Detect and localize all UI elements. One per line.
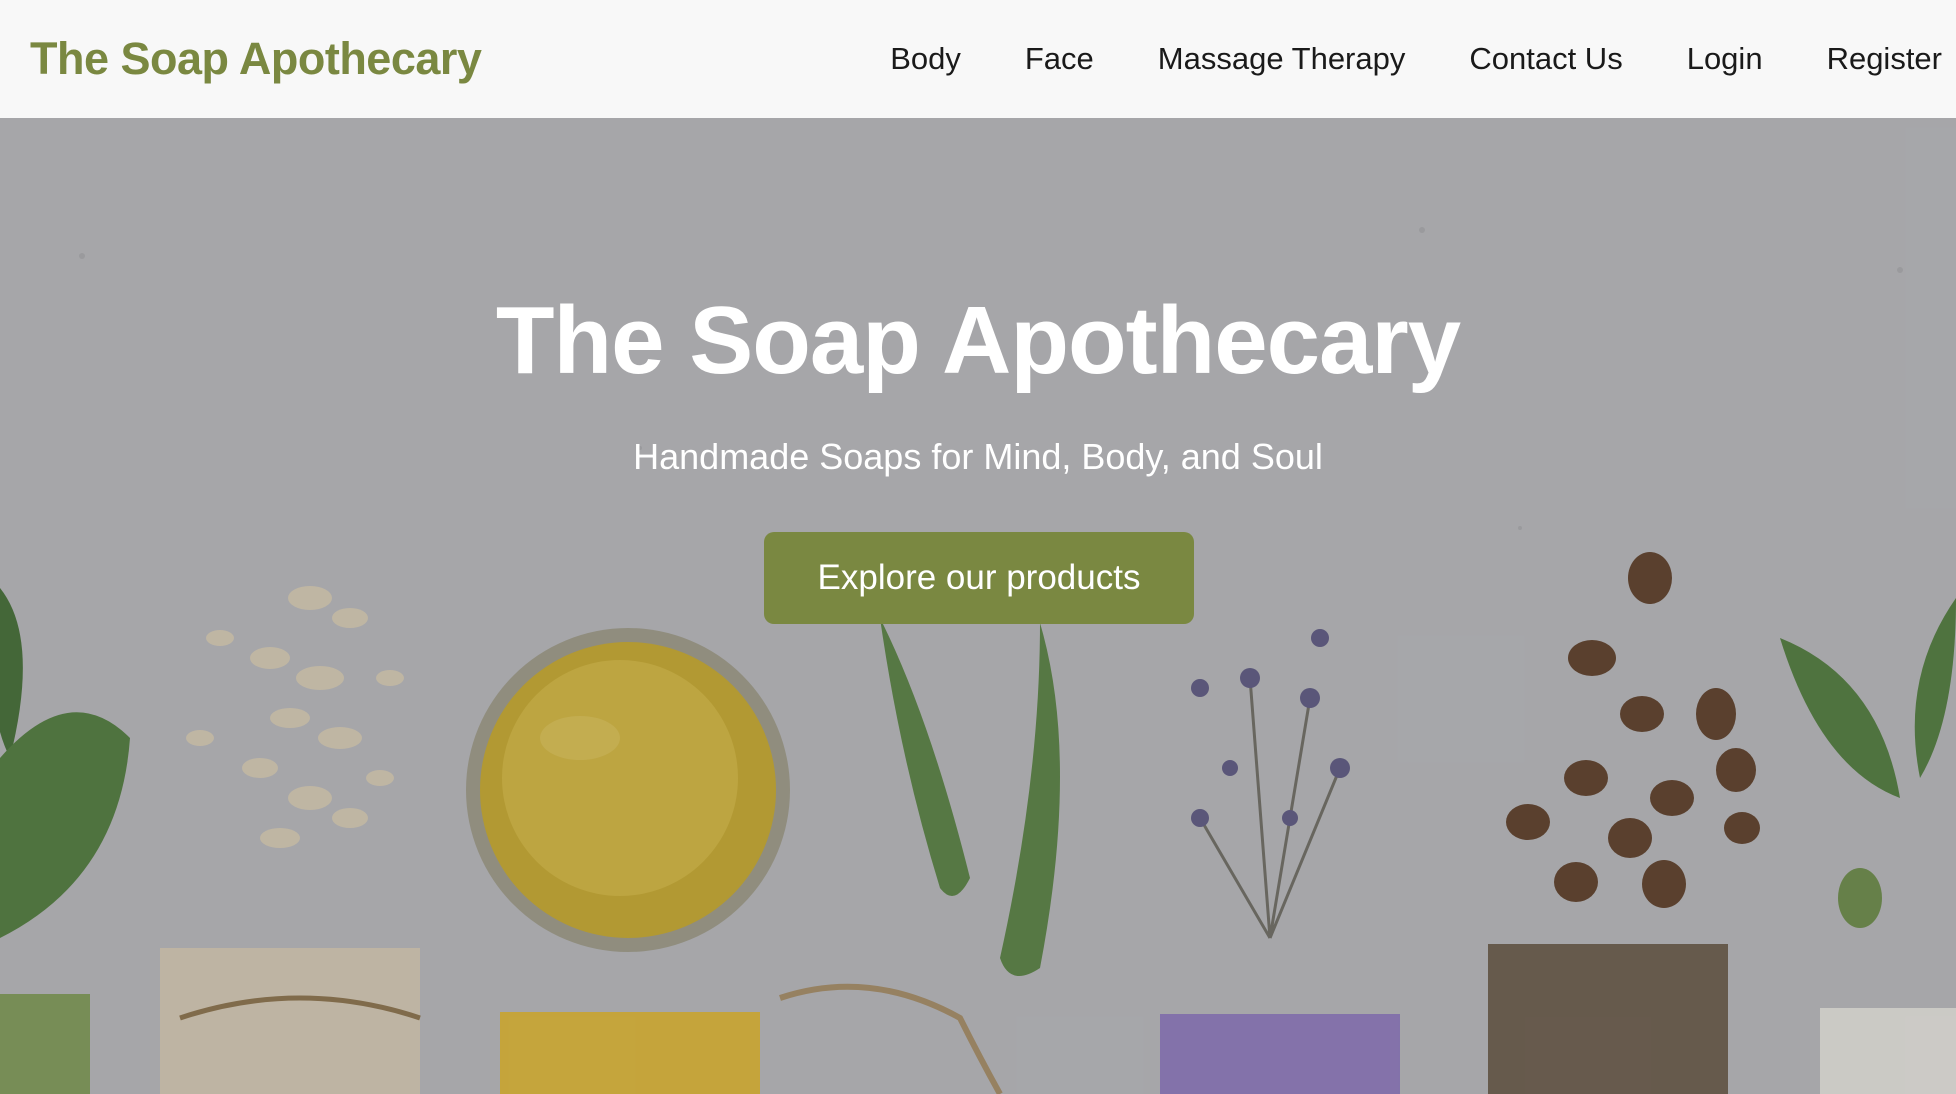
- nav-link-face[interactable]: Face: [1025, 41, 1094, 77]
- explore-products-button[interactable]: Explore our products: [764, 532, 1194, 624]
- hero-section: The Soap Apothecary Handmade Soaps for M…: [0, 118, 1956, 1094]
- hero-title: The Soap Apothecary: [495, 287, 1461, 394]
- main-nav: Body Face Massage Therapy Contact Us Log…: [890, 41, 1942, 77]
- top-navbar: The Soap Apothecary Body Face Massage Th…: [0, 0, 1956, 118]
- brand-logo-link[interactable]: The Soap Apothecary: [30, 33, 482, 85]
- hero-content: The Soap Apothecary Handmade Soaps for M…: [0, 118, 1956, 1094]
- hero-subtitle: Handmade Soaps for Mind, Body, and Soul: [633, 436, 1323, 477]
- nav-link-register[interactable]: Register: [1827, 41, 1942, 77]
- nav-link-massage-therapy[interactable]: Massage Therapy: [1158, 41, 1406, 77]
- nav-link-body[interactable]: Body: [890, 41, 961, 77]
- nav-link-contact-us[interactable]: Contact Us: [1469, 41, 1622, 77]
- nav-link-login[interactable]: Login: [1687, 41, 1763, 77]
